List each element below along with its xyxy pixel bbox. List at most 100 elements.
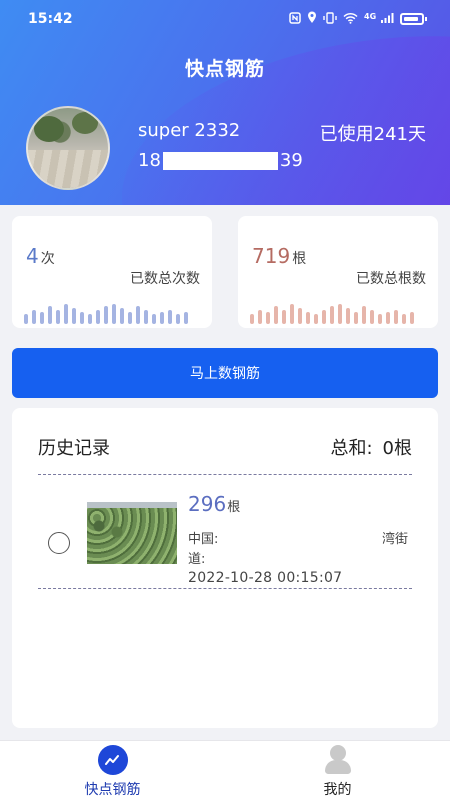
- tab-home-label: 快点钢筋: [84, 782, 141, 798]
- decor-bar: [48, 306, 52, 324]
- stat-bars-label: 已数总根数: [356, 271, 426, 287]
- phone-number: 18 39: [138, 150, 303, 171]
- decor-bar: [410, 312, 414, 324]
- decor-bar: [322, 310, 326, 324]
- stat-card-bars: 719 根 已数总根数: [238, 216, 438, 328]
- decor-bar: [160, 312, 164, 324]
- history-total: 总和: 0根: [330, 434, 412, 460]
- decor-bar: [64, 304, 68, 324]
- battery-icon: [400, 13, 427, 25]
- decor-bar: [338, 304, 342, 324]
- profile-header: 15:42 4G 快点钢筋 super 2332 18 39 已使用241天: [0, 0, 450, 205]
- decor-bar: [184, 312, 188, 324]
- stat-count-value: 4次: [26, 244, 55, 268]
- network-type: 4G: [364, 11, 377, 21]
- record-count-unit: 根: [227, 500, 241, 515]
- stat-count-unit: 次: [40, 251, 55, 267]
- decor-bar: [282, 310, 286, 324]
- location-icon: [307, 11, 317, 27]
- signal-icon: 4G: [364, 12, 394, 27]
- history-total-value: 0根: [382, 438, 412, 459]
- decor-bar: [56, 310, 60, 324]
- decor-bar: [258, 310, 262, 324]
- decor-bar: [176, 314, 180, 324]
- decor-bar: [112, 304, 116, 324]
- phone-prefix: 18: [138, 150, 161, 171]
- history-record[interactable]: 296根 中国: 湾街 道: 2022-10-28 00:15:07: [12, 492, 438, 588]
- decor-bar: [96, 310, 100, 324]
- status-icons: 4G: [289, 11, 427, 27]
- decor-bar: [128, 312, 132, 324]
- trend-chart-icon: [97, 745, 128, 775]
- decor-bar: [120, 308, 124, 324]
- wifi-icon: [343, 12, 358, 27]
- stat-bars-number: 719: [252, 244, 291, 268]
- tab-profile[interactable]: 我的: [225, 741, 450, 800]
- history-card: 历史记录 总和: 0根 296根 中国: 湾街 道: 2022-10-28 00:…: [12, 408, 438, 728]
- tab-home[interactable]: 快点钢筋: [0, 741, 225, 800]
- stat-count-label: 已数总次数: [130, 271, 200, 287]
- stat-bars-unit: 根: [292, 251, 307, 267]
- decor-bar: [266, 312, 270, 324]
- status-time: 15:42: [28, 11, 73, 27]
- decor-bar: [80, 312, 84, 324]
- record-count: 296根: [188, 492, 240, 516]
- record-address-end: 湾街: [381, 532, 408, 547]
- decor-bar: [152, 314, 156, 324]
- status-bar: 15:42 4G: [0, 0, 450, 38]
- history-divider-bottom: [38, 588, 412, 589]
- user-icon: [323, 745, 353, 775]
- nfc-icon: [289, 11, 301, 27]
- record-address-start: 中国:: [188, 532, 219, 547]
- record-thumbnail[interactable]: [87, 502, 177, 564]
- decor-bar: [314, 314, 318, 324]
- decor-bar: [32, 310, 36, 324]
- decor-bar: [144, 310, 148, 324]
- phone-redaction: [162, 152, 278, 170]
- decor-bar: [306, 312, 310, 324]
- history-total-label: 总和:: [330, 438, 373, 459]
- decor-bar: [274, 306, 278, 324]
- avatar-photo-ground: [28, 150, 108, 188]
- decor-bar: [386, 312, 390, 324]
- decor-bar: [330, 306, 334, 324]
- decor-bar: [346, 308, 350, 324]
- start-counting-button[interactable]: 马上数钢筋: [12, 348, 438, 398]
- decor-bar: [40, 312, 44, 324]
- decor-bar: [72, 308, 76, 324]
- decor-bar: [88, 314, 92, 324]
- bottom-tab-bar: 快点钢筋 我的: [0, 740, 450, 800]
- username: super 2332: [138, 120, 241, 141]
- usage-days: 已使用241天: [319, 124, 426, 145]
- avatar-photo-detail: [72, 112, 98, 134]
- stat-card-count: 4次 已数总次数: [12, 216, 212, 328]
- history-title: 历史记录: [38, 438, 110, 459]
- avatar-photo-detail: [34, 116, 64, 142]
- stat-count-number: 4: [26, 244, 39, 268]
- phone-suffix: 39: [279, 150, 303, 171]
- vibrate-icon: [323, 11, 337, 27]
- decor-bar: [290, 304, 294, 324]
- decor-bar: [136, 306, 140, 324]
- decor-bar: [370, 310, 374, 324]
- stat-count-decoration: [24, 300, 200, 324]
- record-select-radio[interactable]: [48, 532, 70, 554]
- history-divider-top: [38, 474, 412, 475]
- decor-bar: [354, 312, 358, 324]
- decor-bar: [378, 314, 382, 324]
- stat-bars-value: 719 根: [252, 244, 306, 268]
- app-title: 快点钢筋: [184, 58, 265, 80]
- decor-bar: [24, 314, 28, 324]
- avatar[interactable]: [26, 106, 110, 190]
- decor-bar: [362, 306, 366, 324]
- record-address-line2: 道:: [188, 552, 206, 567]
- tab-profile-label: 我的: [323, 782, 352, 798]
- decor-bar: [104, 306, 108, 324]
- decor-bar: [402, 314, 406, 324]
- stat-bars-decoration: [250, 300, 426, 324]
- decor-bar: [298, 308, 302, 324]
- decor-bar: [250, 314, 254, 324]
- record-count-number: 296: [188, 492, 227, 516]
- decor-bar: [394, 310, 398, 324]
- decor-bar: [168, 310, 172, 324]
